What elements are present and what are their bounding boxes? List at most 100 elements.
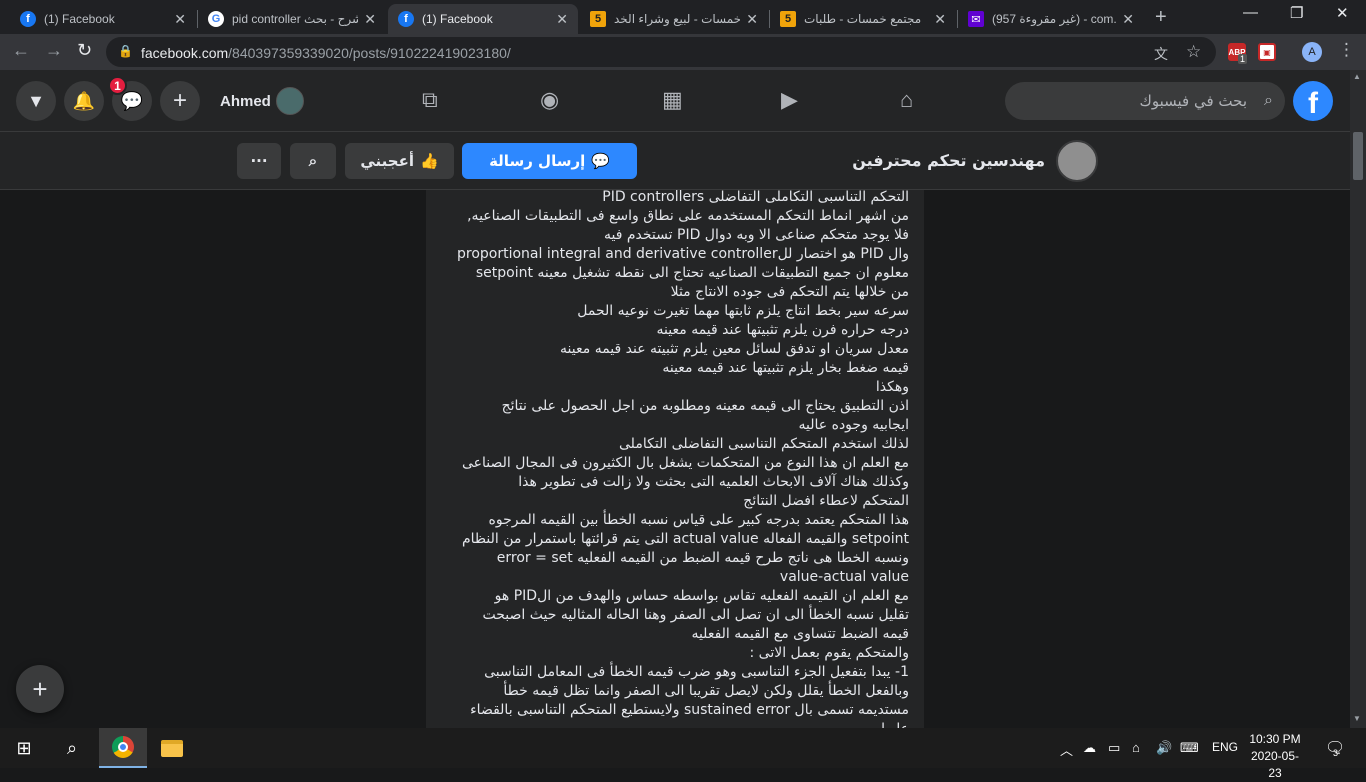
post-line: سرعه سير بخط انتاج يلزم ثابتها مهما تغير… <box>577 303 909 319</box>
post-line: لذلك استخدم المتحكم التناسبى التفاضلى ال… <box>619 436 909 452</box>
search-input[interactable] <box>1005 82 1253 120</box>
post-line: وال PID هو اختصار للproportional integra… <box>456 246 909 262</box>
home-icon[interactable]: ⌂ <box>900 87 913 113</box>
browser-toolbar: ← → ↻ 🔒 facebook.com/840397359339020/pos… <box>0 34 1366 70</box>
groups-icon[interactable]: ◉ <box>540 87 559 113</box>
post-line: 1- يبدا بتفعيل الجزء التناسبى وهو ضرب قي… <box>484 664 909 680</box>
post-line: وبالفعل الخطأ يقلل ولكن لايصل تقريبا الى… <box>503 683 909 699</box>
gaming-icon[interactable]: ⧉ <box>422 87 438 113</box>
close-tab-icon[interactable]: ✕ <box>364 11 376 28</box>
chrome-taskbar-button[interactable] <box>99 728 147 768</box>
chevron-up-icon[interactable]: ︿ <box>1060 740 1073 759</box>
post-line: من اشهر انماط التحكم المستخدمه على نطاق … <box>467 208 909 224</box>
close-window-icon[interactable]: ✕ <box>1336 4 1349 22</box>
scrollbar-thumb[interactable] <box>1353 132 1363 180</box>
back-arrow-icon[interactable]: ← <box>12 40 30 61</box>
post-line: وهكذا <box>875 379 909 395</box>
close-tab-icon[interactable]: ✕ <box>934 11 946 28</box>
reload-icon[interactable]: ↻ <box>77 40 92 61</box>
bell-icon: 🔔 <box>72 90 96 111</box>
windows-start-icon[interactable]: ⊞ <box>0 728 48 768</box>
facebook-icon: f <box>398 11 414 27</box>
browser-tab-2[interactable]: G pid controller شرح - بحث ✕ <box>198 4 386 34</box>
post-line: قيمه ضغط بخار يلزم تثبيتها عند قيمه معين… <box>662 360 909 376</box>
volume-icon[interactable]: 🔊 <box>1156 740 1172 756</box>
post-line: مستديمه تسمى بال sustained error ولايستط… <box>470 702 909 718</box>
post-line: من خلالها يتم التحكم فى جوده الانتاج مثل… <box>670 284 909 300</box>
post-line: مع العلم ان القيمه الفعليه تقاس بواسطه ح… <box>494 588 909 604</box>
more-options-button[interactable]: ··· <box>237 143 281 179</box>
clock[interactable]: 10:30 PM 2020-05-23 <box>1245 731 1305 782</box>
extension-badge: 1 <box>1238 54 1248 64</box>
new-tab-button[interactable]: + <box>1155 6 1167 29</box>
watch-icon[interactable]: ▶ <box>781 87 798 113</box>
search-icon[interactable]: ⌕ <box>48 728 96 768</box>
address-bar[interactable]: 🔒 facebook.com/840397359339020/posts/910… <box>106 37 1216 67</box>
cloud-icon[interactable]: ☁ <box>1083 740 1096 756</box>
bookmark-star-icon[interactable]: ☆ <box>1186 42 1201 62</box>
page-avatar[interactable] <box>1056 140 1098 182</box>
browser-tab-3-active[interactable]: f (1) Facebook ✕ <box>388 4 578 34</box>
post-line: value-actual value <box>779 569 909 585</box>
close-tab-icon[interactable]: ✕ <box>556 11 568 28</box>
restore-icon[interactable]: ❐ <box>1290 4 1303 22</box>
browser-tab-5[interactable]: 5 مجتمع خمسات - طلبات ✕ <box>770 4 956 34</box>
browser-tab-6[interactable]: ✉ (957 غير مقروءة) - com. ✕ <box>958 4 1144 34</box>
post-line: setpoint والقيمه الفعاله actual value ال… <box>462 531 909 547</box>
post-line: تقليل نسبه الخطأ الى ان تصل الى الصفر وه… <box>482 607 909 623</box>
windows-taskbar: ⊞ ⌕ ︿ ☁ ▭ ⌂ 🔊 ⌨ ENG 10:30 PM 2020-05-23 … <box>0 728 1366 780</box>
send-message-button[interactable]: إرسال رسالة 💬 <box>462 143 637 179</box>
facebook-logo-letter: f <box>1308 87 1318 120</box>
page-search-button[interactable]: ⌕ <box>290 143 336 179</box>
forward-arrow-icon[interactable]: → <box>45 40 63 61</box>
clock-date: 2020-05-23 <box>1250 749 1300 780</box>
profile-avatar[interactable] <box>276 87 304 115</box>
plus-icon: + <box>32 673 48 704</box>
post-line: المتحكم لاعطاء افضل النتائج <box>743 493 909 509</box>
profile-name[interactable]: Ahmed <box>220 93 271 110</box>
minimize-icon[interactable]: — <box>1243 4 1258 21</box>
notifications-button[interactable]: 🔔 <box>64 81 104 121</box>
keyboard-icon[interactable]: ⌨ <box>1180 740 1199 756</box>
account-menu-button[interactable]: ▼ <box>16 81 56 121</box>
close-tab-icon[interactable]: ✕ <box>174 11 186 28</box>
create-button[interactable]: + <box>160 81 200 121</box>
scroll-down-icon[interactable]: ▼ <box>1353 714 1361 723</box>
browser-tab-1[interactable]: f (1) Facebook ✕ <box>10 4 196 34</box>
post-line: مع العلم ان هذا النوع من المتحكمات يشغل … <box>462 455 909 471</box>
mail-icon: ✉ <box>968 11 984 27</box>
url-text[interactable]: facebook.com/840397359339020/posts/91022… <box>141 45 511 61</box>
close-tab-icon[interactable]: ✕ <box>1122 11 1134 28</box>
tab-title: خمسات - لبيع وشراء الخد <box>614 12 741 26</box>
profile-avatar[interactable]: A <box>1302 42 1322 62</box>
browser-menu-icon[interactable]: ⋮ <box>1338 40 1355 60</box>
file-explorer-taskbar-button[interactable] <box>148 728 196 768</box>
close-tab-icon[interactable]: ✕ <box>746 11 758 28</box>
khamsat-icon: 5 <box>780 11 796 27</box>
scroll-up-icon[interactable]: ▲ <box>1353 72 1361 81</box>
url-host: facebook.com <box>141 45 229 61</box>
translate-icon[interactable]: 文 <box>1154 44 1168 64</box>
battery-icon[interactable]: ▭ <box>1108 740 1120 756</box>
search-icon: ⌕ <box>1264 92 1273 109</box>
tab-title: (1) Facebook <box>422 12 493 26</box>
post-line: هذا المتحكم يعتمد بدرجه كبير على قياس نس… <box>488 512 909 528</box>
tab-title: (957 غير مقروءة) - com. <box>992 12 1117 26</box>
lock-icon: 🔒 <box>118 44 133 58</box>
language-indicator[interactable]: ENG <box>1212 740 1238 754</box>
marketplace-icon[interactable]: ▦ <box>662 87 683 113</box>
like-page-button[interactable]: أعجبني 👍 <box>345 143 454 179</box>
network-icon[interactable]: ⌂ <box>1132 740 1140 755</box>
post-line: قيمه الضبط تتساوى مع القيمه الفعليه <box>691 626 909 642</box>
messenger-icon: 💬 <box>120 90 144 111</box>
plus-icon: + <box>172 87 187 114</box>
post-content: التحكم التناسبى التكاملى التفاضلى PID co… <box>426 190 924 728</box>
facebook-logo[interactable]: f <box>1293 81 1333 121</box>
facebook-search[interactable]: ⌕ <box>1005 82 1285 120</box>
new-message-button[interactable]: + <box>16 665 64 713</box>
page-title[interactable]: مهندسين تحكم محترفين <box>810 151 1045 170</box>
page-scrollbar[interactable]: ▲ ▼ <box>1350 70 1366 728</box>
extension-icon[interactable]: ▣ <box>1258 43 1276 61</box>
browser-tab-4[interactable]: 5 خمسات - لبيع وشراء الخد ✕ <box>580 4 768 34</box>
clock-time: 10:30 PM <box>1249 732 1301 746</box>
